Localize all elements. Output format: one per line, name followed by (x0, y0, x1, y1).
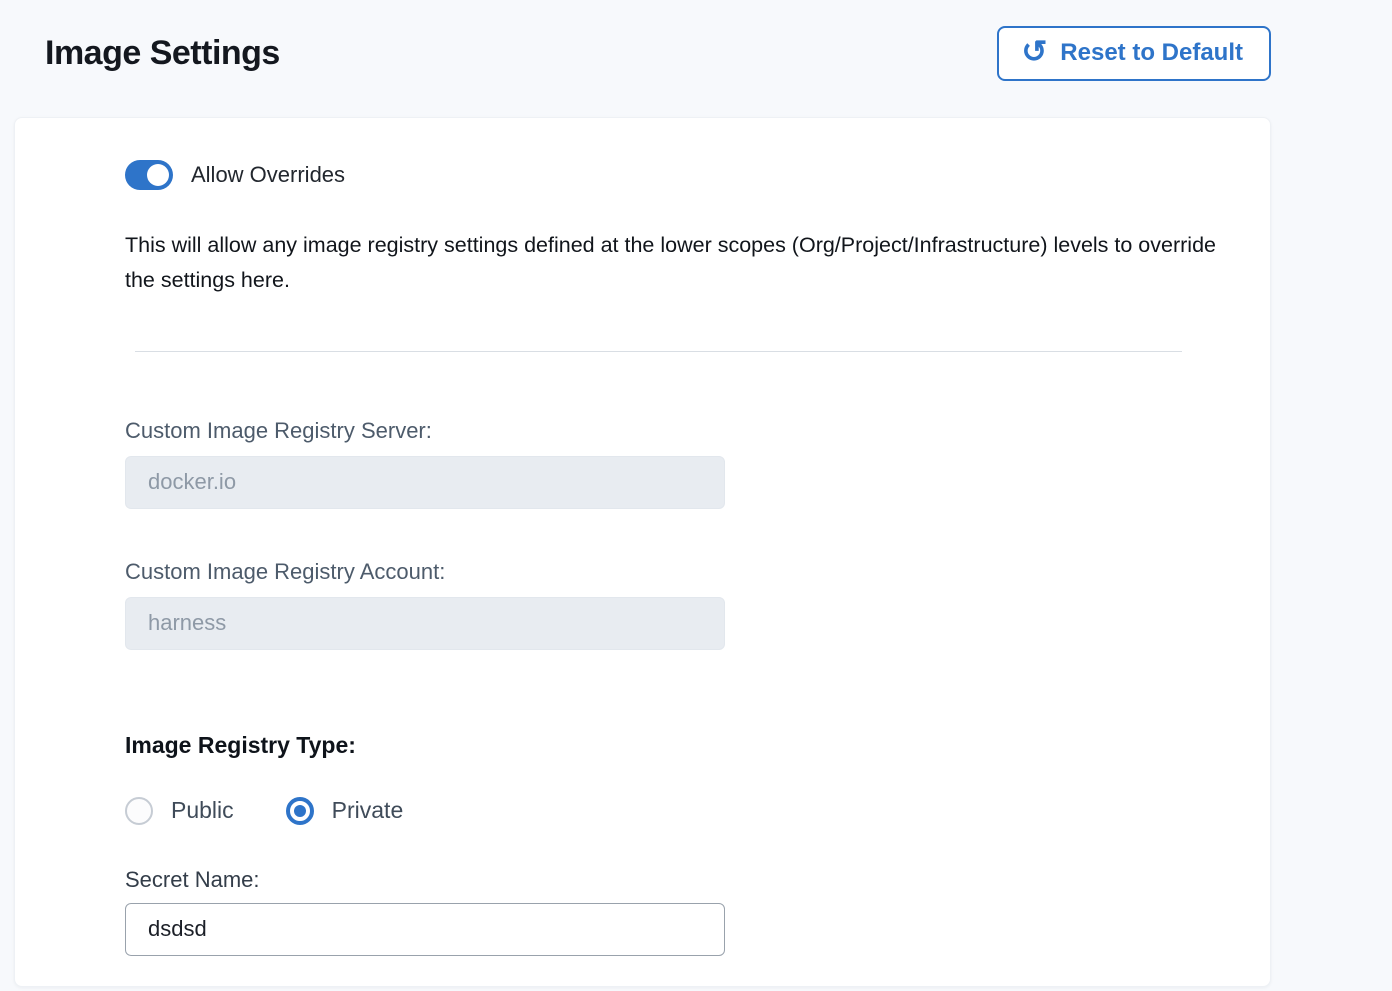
secret-name-field: Secret Name: (125, 867, 1222, 956)
overrides-description: This will allow any image registry setti… (125, 228, 1222, 299)
radio-public-circle[interactable] (125, 797, 153, 825)
toggle-knob (147, 164, 169, 186)
registry-account-input (125, 597, 725, 650)
image-settings-card: Allow Overrides This will allow any imag… (14, 117, 1271, 987)
radio-private-circle[interactable] (286, 797, 314, 825)
registry-account-field: Custom Image Registry Account: (125, 559, 1222, 650)
allow-overrides-label: Allow Overrides (191, 162, 345, 188)
radio-option-public[interactable]: Public (125, 797, 234, 825)
page-title: Image Settings (45, 34, 280, 73)
registry-type-label: Image Registry Type: (125, 732, 1222, 759)
registry-type-options: Public Private (125, 797, 1222, 825)
secret-name-input[interactable] (125, 903, 725, 956)
registry-server-field: Custom Image Registry Server: (125, 418, 1222, 509)
page-header: Image Settings ↺ Reset to Default (0, 0, 1392, 81)
radio-private-label: Private (332, 797, 404, 824)
radio-public-label: Public (171, 797, 234, 824)
reset-icon: ↺ (1021, 36, 1047, 67)
reset-to-default-button[interactable]: ↺ Reset to Default (997, 26, 1271, 81)
registry-server-label: Custom Image Registry Server: (125, 418, 1222, 444)
registry-server-input (125, 456, 725, 509)
reset-button-label: Reset to Default (1060, 39, 1243, 67)
registry-account-label: Custom Image Registry Account: (125, 559, 1222, 585)
allow-overrides-toggle[interactable] (125, 160, 173, 190)
allow-overrides-row: Allow Overrides (125, 160, 1222, 190)
secret-name-label: Secret Name: (125, 867, 1222, 893)
radio-option-private[interactable]: Private (286, 797, 404, 825)
section-divider (135, 351, 1182, 352)
